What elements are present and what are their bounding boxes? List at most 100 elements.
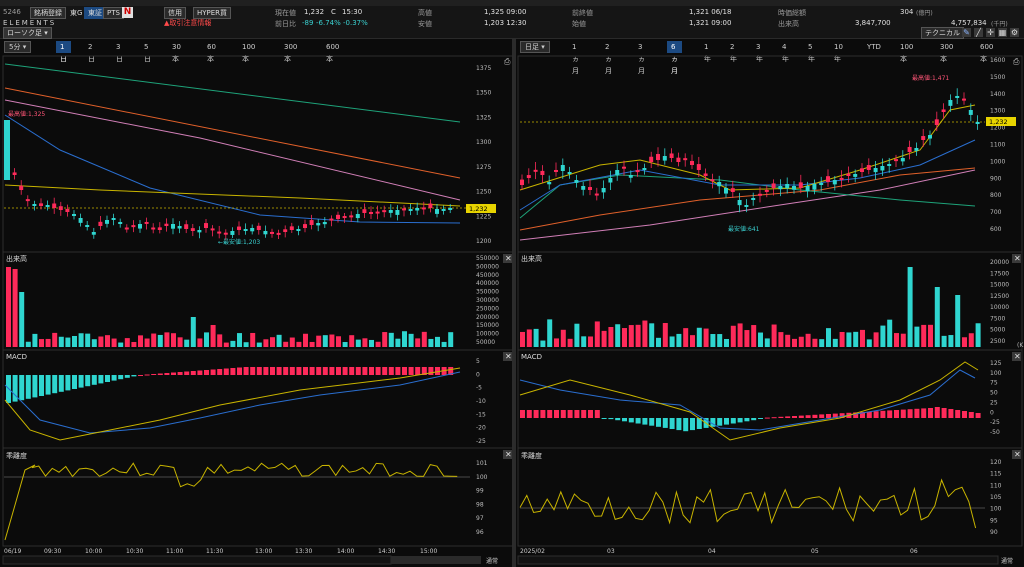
left-candle [58,206,63,210]
right-macd-bar [826,414,831,418]
right-volume-bar [941,335,947,347]
left-volume-bar [349,335,355,347]
left-macd-bar [369,367,374,375]
right-candle [826,176,830,182]
right-candle [567,172,572,174]
right-psy-title: 乖離度 [521,451,542,460]
right-psy-close-icon: ✕ [1014,450,1021,459]
right-volume-axis-label: 5000 [990,327,1005,334]
right-candle [941,109,946,112]
right-macd-axis-label: 125 [990,360,1002,367]
left-candle [243,229,248,231]
left-volume-title: 出来高 [6,254,27,263]
right-candle [778,186,783,190]
left-volume-bar [91,339,97,347]
right-volume-bar [955,295,961,347]
right-macd-bar [941,408,947,418]
left-macd-bar [39,375,44,396]
left-volume-axis-label: 400000 [476,280,499,287]
left-volume-bar [118,342,124,347]
right-candle [588,187,592,190]
left-volume-bar [124,338,130,347]
right-candle [717,182,722,187]
left-price-axis-label: 1275 [476,164,491,171]
left-volume-bar [39,339,44,347]
left-macd-bar [296,367,302,375]
right-volume-bar [934,287,940,347]
right-macd-bar [724,418,729,425]
right-macd-bar [554,410,559,418]
right-macd-bar [669,418,675,429]
left-macd-bar [349,367,355,375]
camera-icon: ⎙ [504,57,511,66]
left-volume-bar [309,341,315,347]
right-time-label: 05 [811,548,819,555]
left-volume-bar [355,339,361,347]
left-volume-bar [105,335,110,347]
right-price-axis-label: 600 [990,226,1002,233]
right-price-axis-label: 1600 [990,57,1005,64]
left-candle [131,225,136,228]
right-macd-close-icon: ✕ [1014,352,1021,361]
left-volume-bar [138,335,143,347]
left-macd-bar [98,375,104,384]
right-scroll-overview [517,555,999,565]
right-volume-bar [880,325,886,347]
right-volume-axis-label: 2500 [990,338,1005,345]
right-volume-bar [696,327,702,347]
left-macd-bar [388,367,394,375]
right-volume-bar [826,328,831,347]
left-macd-bar [270,367,275,375]
left-volume-bar [217,334,223,347]
left-candle [289,226,294,230]
left-volume-close-icon: ✕ [505,254,512,263]
right-volume-axis-label: 15000 [990,282,1009,289]
right-psy-axis-label: 120 [990,459,1002,466]
right-candle [601,188,606,193]
right-candle [737,200,742,206]
left-macd-bar [276,367,282,375]
right-macd-bar [785,416,791,418]
left-candle [72,214,76,216]
right-high-note: 最高値:1,471 [912,74,949,82]
left-candle [250,228,255,232]
left-candle [237,226,241,230]
left-candle [190,228,195,231]
right-volume-bar [730,325,736,347]
left-candle [171,224,175,229]
left-candle [349,215,354,218]
right-volume-bar [758,332,763,347]
left-mode-label: 通常 [486,557,498,565]
left-volume-bar [184,339,190,347]
left-time-label: 15:00 [420,548,437,555]
left-volume-bar [210,325,216,347]
left-candle [369,211,373,214]
left-ma-pink-line [4,99,461,201]
left-price-axis-label: 1300 [476,139,491,146]
right-macd-bar [812,414,818,418]
right-macd-bar [520,410,525,418]
right-volume-bar [860,329,865,347]
right-candle [730,188,735,192]
left-time-label: 11:00 [166,548,183,555]
left-candle [388,210,393,213]
right-macd-bar [778,416,784,418]
right-volume-bar [914,326,920,347]
right-volume-bar [792,338,797,347]
right-psy-axis-label: 90 [990,529,998,536]
left-macd-bar [289,367,295,375]
left-volume-bar [12,269,18,347]
left-macd-axis-label: -5 [476,385,482,392]
right-price-axis-label: 700 [990,209,1002,216]
left-macd-bar [144,374,150,376]
right-candle [690,160,694,165]
left-candle [296,229,301,231]
left-volume-bar [151,333,157,347]
left-volume-bar [45,338,51,347]
left-macd-bar [52,375,58,394]
right-mode-label: 通常 [1001,557,1013,565]
left-macd-bar [408,367,414,375]
left-macd-bar [243,367,249,375]
left-volume-axis-label: 200000 [476,314,499,321]
left-volume-bar [448,332,454,347]
